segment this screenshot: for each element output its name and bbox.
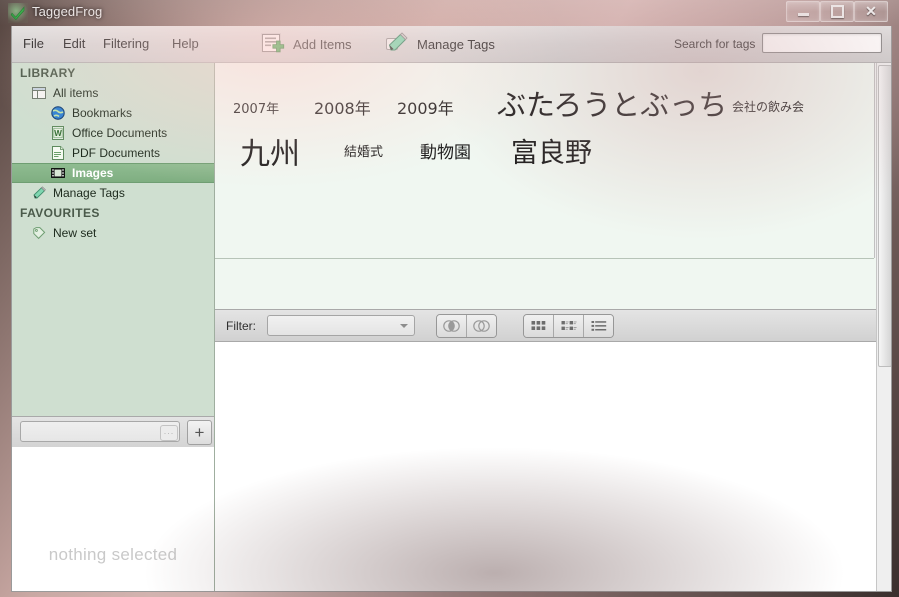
tag-cloud-item[interactable]: 2008年 <box>314 95 371 119</box>
tag-cloud-item[interactable]: 2009年 <box>397 95 454 119</box>
tag-cloud-item[interactable]: 結婚式 <box>344 141 383 160</box>
tag-cloud-item[interactable]: 富良野 <box>511 131 592 170</box>
sidebar-item-pdf-documents[interactable]: PDF Documents <box>12 143 214 163</box>
filter-and-button[interactable] <box>437 315 467 337</box>
manage-tags-label: Manage Tags <box>417 36 495 52</box>
tag-cloud-footer-band <box>215 259 891 310</box>
menu-item-filtering[interactable]: Filtering <box>103 36 149 51</box>
tag-cloud: 2007年 2008年 2009年 ぶたろうとぶっち 会社の飲み会九州 結婚式 動物園 富良野 <box>215 63 874 259</box>
view-list-button[interactable] <box>584 315 613 337</box>
search-label: Search for tags <box>674 37 756 51</box>
grid-view-icon <box>531 320 546 332</box>
menu-item-edit[interactable]: Edit <box>63 36 85 51</box>
green-check-icon <box>8 3 28 23</box>
sidebar-item-label: New set <box>53 226 97 240</box>
sidebar-item-office-documents[interactable]: W Office Documents <box>12 123 214 143</box>
tag-cloud-item[interactable]: 2007年 <box>233 98 279 117</box>
filter-logic-button-group <box>436 314 497 338</box>
filmstrip-icon <box>50 165 66 181</box>
sidebar-item-bookmarks[interactable]: Bookmarks <box>12 103 214 123</box>
sidebar-item-label: PDF Documents <box>72 146 161 160</box>
sidebar-item-images[interactable]: Images <box>12 163 214 183</box>
title-bar: TaggedFrog ✕ <box>0 0 899 26</box>
tag-outline-icon <box>31 225 47 241</box>
word-document-icon: W <box>50 125 66 141</box>
tag-pencil-icon <box>384 31 410 57</box>
application-window: TaggedFrog ✕ File Edit Filtering Help Ad… <box>0 0 899 597</box>
sidebar-item-label: Images <box>72 166 114 180</box>
document-add-icon <box>260 31 286 57</box>
view-thumbnail-button[interactable] <box>554 315 584 337</box>
tag-cloud-item[interactable]: 九州 <box>240 129 300 173</box>
filter-or-button[interactable] <box>467 315 496 337</box>
sidebar: LIBRARY All items Bookmarks W Office Doc… <box>12 63 215 591</box>
window-title: TaggedFrog <box>32 4 103 19</box>
tag-input[interactable] <box>20 421 180 442</box>
add-items-label: Add Items <box>293 36 352 52</box>
details-pane: nothing selected <box>12 447 214 591</box>
sidebar-item-label: Bookmarks <box>72 106 133 120</box>
view-grid-button[interactable] <box>524 315 554 337</box>
item-list[interactable] <box>215 342 891 591</box>
close-button[interactable]: ✕ <box>854 1 888 22</box>
nothing-selected-label: nothing selected <box>48 545 178 564</box>
sidebar-section-favourites: FAVOURITES <box>20 206 100 220</box>
tag-entry-bar: ... + <box>12 416 214 448</box>
add-tag-button[interactable]: + <box>187 420 212 445</box>
sidebar-item-label: Manage Tags <box>53 186 125 200</box>
venn-or-icon <box>472 319 491 333</box>
client-area: File Edit Filtering Help Add Items Manag… <box>11 26 892 592</box>
list-view-icon <box>591 320 607 332</box>
view-mode-button-group <box>523 314 614 338</box>
sidebar-tree: LIBRARY All items Bookmarks W Office Doc… <box>12 63 214 416</box>
tag-cloud-item[interactable]: 動物園 <box>420 138 471 163</box>
add-items-button[interactable]: Add Items <box>260 29 352 59</box>
svg-text:W: W <box>54 129 62 138</box>
sidebar-item-label: All items <box>53 86 99 100</box>
filter-label: Filter: <box>226 319 256 333</box>
manage-tags-button[interactable]: Manage Tags <box>384 29 495 59</box>
sidebar-item-new-set[interactable]: New set <box>12 223 214 243</box>
sidebar-item-manage-tags[interactable]: Manage Tags <box>12 183 214 203</box>
filter-combobox[interactable] <box>267 315 415 336</box>
filter-bar: Filter: <box>215 310 891 342</box>
sidebar-item-label: Office Documents <box>72 126 168 140</box>
main-vertical-scrollbar[interactable] <box>876 63 891 591</box>
tile-view-icon <box>561 320 577 332</box>
pdf-document-icon <box>50 145 66 161</box>
search-input[interactable] <box>762 33 882 53</box>
tag-pencil-icon <box>31 185 47 201</box>
menu-toolbar: File Edit Filtering Help Add Items Manag… <box>12 26 891 63</box>
maximize-button[interactable] <box>820 1 854 22</box>
globe-icon <box>50 105 66 121</box>
sidebar-item-all-items[interactable]: All items <box>12 83 214 103</box>
desktop-background: TaggedFrog ✕ File Edit Filtering Help Ad… <box>0 0 899 597</box>
menu-item-help[interactable]: Help <box>172 36 199 51</box>
main-content: 2007年 2008年 2009年 ぶたろうとぶっち 会社の飲み会九州 結婚式 動物園 富良野… <box>215 63 891 591</box>
sidebar-section-library: LIBRARY <box>20 66 76 80</box>
tag-browse-button[interactable]: ... <box>160 425 178 441</box>
library-window-icon <box>31 85 47 101</box>
venn-and-icon <box>442 319 461 333</box>
minimize-button[interactable] <box>786 1 820 22</box>
menu-item-file[interactable]: File <box>23 36 44 51</box>
scrollbar-thumb[interactable] <box>878 65 891 367</box>
tag-cloud-item[interactable]: 会社の飲み会 <box>732 98 804 115</box>
tag-cloud-item[interactable]: ぶたろうとぶっち <box>497 82 727 124</box>
chevron-down-icon <box>400 324 408 328</box>
